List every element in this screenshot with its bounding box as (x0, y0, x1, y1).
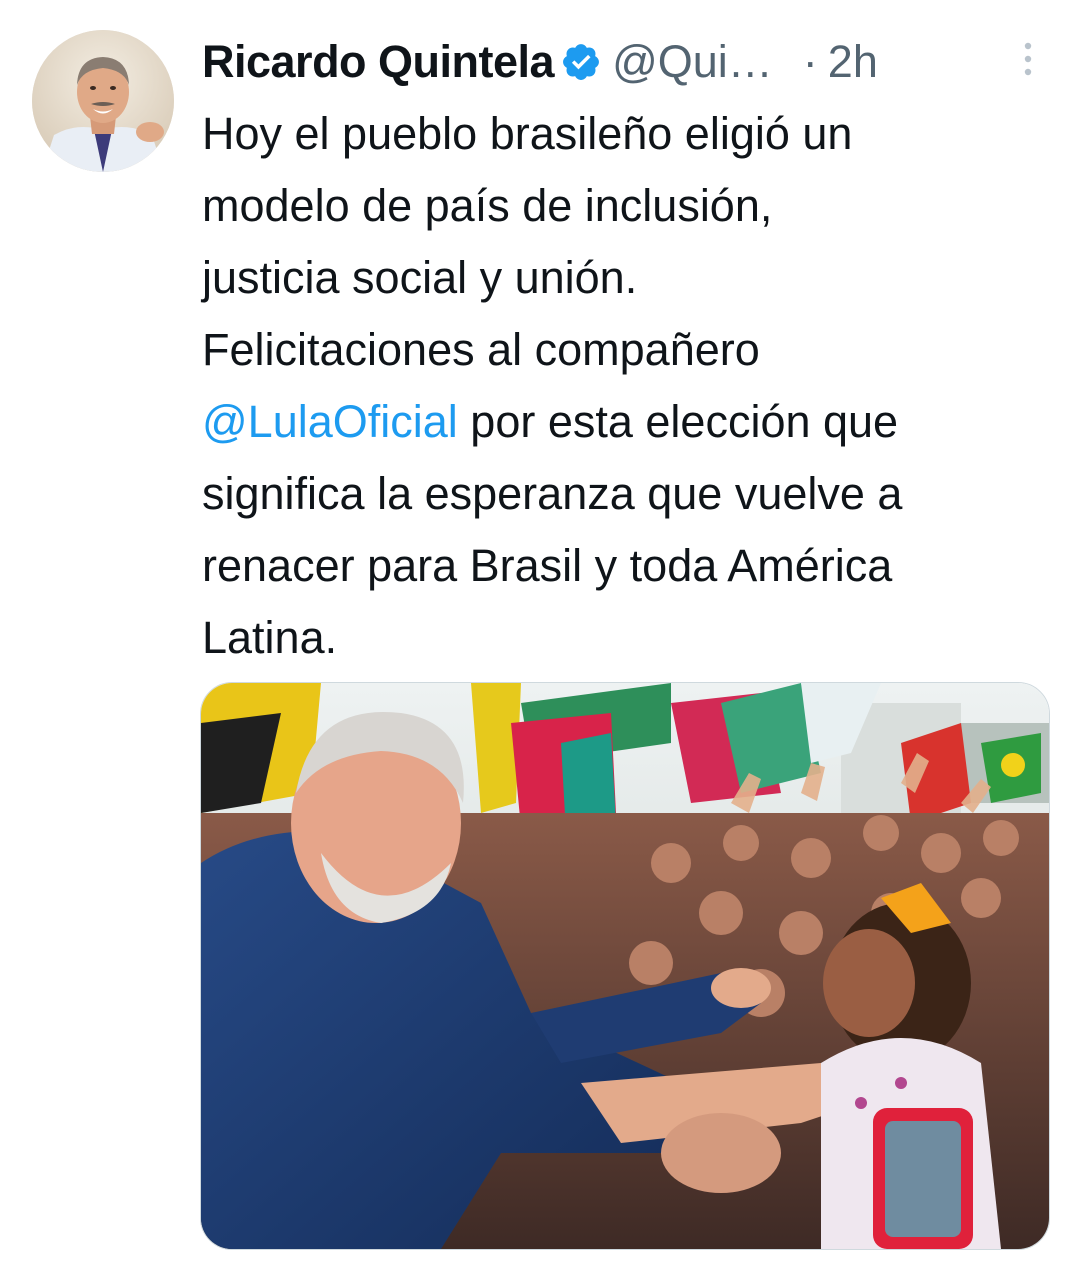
tweet-text: Hoy el pueblo brasileño eligió un modelo… (202, 98, 1052, 674)
tweet-text-line: modelo de país de inclusión, (202, 180, 773, 231)
tweet-text-line: Hoy el pueblo brasileño eligió un (202, 108, 853, 159)
tweet-text-line: significa la esperanza que vuelve a (202, 468, 903, 519)
tweet-text-fragment: por esta elección que (457, 396, 899, 447)
author-handle[interactable]: @Qui… (612, 36, 773, 88)
separator-dot: · (802, 36, 818, 87)
tweet-text-line: justicia social y unión. (202, 252, 638, 303)
rally-photo (201, 683, 1049, 1249)
more-options-icon[interactable] (1018, 40, 1038, 80)
tweet[interactable]: Ricardo Quintela @Qui… · 2h Hoy el puebl… (0, 0, 1080, 1265)
verified-badge-icon (560, 41, 602, 83)
tweet-text-line-mention: @LulaOficial por esta elección que (202, 386, 1052, 458)
tweet-text-line: renacer para Brasil y toda América (202, 540, 893, 591)
avatar-photo (32, 30, 174, 172)
tweet-header: Ricardo Quintela @Qui… · 2h (202, 32, 1042, 92)
tweet-text-line: Latina. (202, 612, 338, 663)
author-avatar[interactable] (32, 30, 174, 172)
tweet-photo[interactable] (200, 682, 1050, 1250)
tweet-timestamp[interactable]: 2h (828, 36, 878, 88)
author-name[interactable]: Ricardo Quintela (202, 36, 555, 88)
tweet-text-line: Felicitaciones al compañero (202, 324, 760, 375)
mention-link[interactable]: @LulaOficial (202, 396, 458, 447)
